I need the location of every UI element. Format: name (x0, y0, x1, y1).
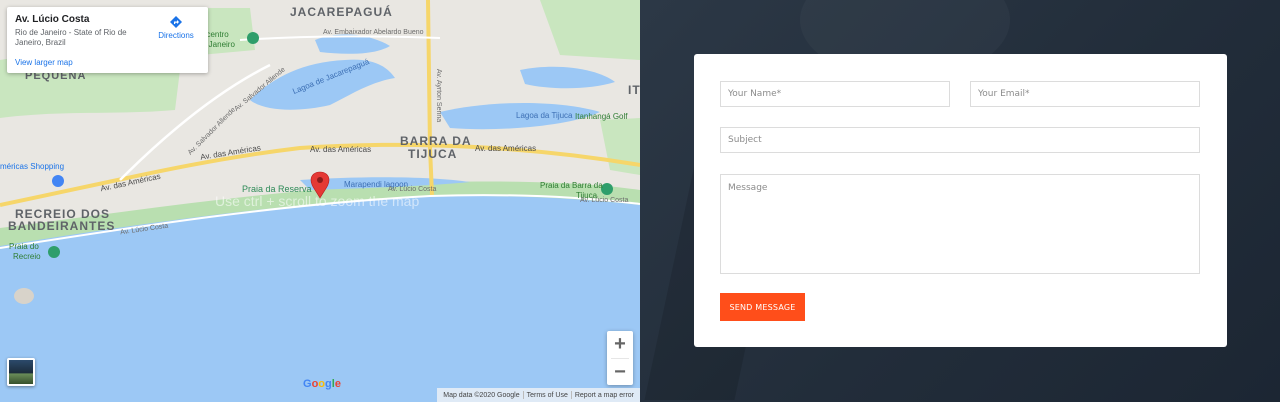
poi-centro-icon[interactable] (247, 32, 259, 44)
zoom-out-button[interactable]: − (607, 359, 633, 386)
email-field[interactable] (970, 81, 1200, 107)
name-field[interactable] (720, 81, 950, 107)
road-label: Av. Ayrton Senna (435, 68, 443, 123)
view-larger-map-link[interactable]: View larger map (15, 58, 73, 67)
satellite-toggle-button[interactable] (7, 358, 35, 386)
google-logo: Google (303, 378, 341, 390)
road-label: Av. Embaixador Abelardo Bueno (323, 29, 424, 36)
directions-button[interactable]: Directions (156, 15, 196, 40)
island (14, 288, 34, 304)
map-attribution: Map data ©2020 Google Terms of Use Repor… (437, 388, 640, 402)
park-northeast (540, 0, 640, 60)
zoom-in-button[interactable]: + (607, 331, 633, 358)
directions-icon (170, 16, 182, 28)
road-label: Av. das Américas (310, 145, 372, 154)
contact-form: SEND MESSAGE (694, 54, 1227, 347)
place-info-card: Av. Lúcio Costa Rio de Janeiro - State o… (7, 7, 208, 73)
poi-label: Praia do (9, 242, 39, 251)
embedded-map[interactable]: JACAREPAGUÁ PEQUENA BARRA DA TIJUCA RECR… (0, 0, 640, 402)
subject-field[interactable] (720, 127, 1200, 153)
road-label: Av. Lúcio Costa (388, 186, 437, 193)
place-address: Rio de Janeiro - State of Rio de Janeiro… (15, 28, 127, 47)
map-data-credit: Map data ©2020 Google (443, 391, 520, 399)
poi-label: méricas Shopping (0, 162, 65, 171)
zoom-control: + − (607, 331, 633, 385)
poi-label: Praia da Barra da (540, 181, 603, 190)
district-label: TIJUCA (408, 147, 458, 161)
terms-of-use-link[interactable]: Terms of Use (524, 392, 571, 399)
lagoa-tijuca-east (520, 66, 615, 89)
district-label: IT (628, 83, 640, 97)
scroll-zoom-hint: Use ctrl + scroll to zoom the map (215, 193, 420, 209)
message-field[interactable] (720, 174, 1200, 274)
district-label: JACAREPAGUÁ (290, 5, 393, 19)
water-label: Lagoa da Tijuca (516, 111, 573, 120)
directions-label: Directions (158, 31, 194, 40)
park-east (600, 118, 640, 175)
send-message-button[interactable]: SEND MESSAGE (720, 293, 805, 321)
road-label: Av. das Américas (475, 144, 537, 153)
poi-praia-recreio-icon[interactable] (48, 246, 60, 258)
poi-label: Recreio (13, 252, 41, 261)
district-label: BANDEIRANTES (8, 219, 116, 233)
poi-label: Itanhangá Golf (575, 112, 628, 121)
report-map-error-link[interactable]: Report a map error (572, 392, 637, 399)
road-label: Av. Lúcio Costa (580, 197, 629, 204)
highway-ayrton-senna (426, 0, 434, 196)
shopping-bag-icon[interactable] (52, 175, 64, 187)
